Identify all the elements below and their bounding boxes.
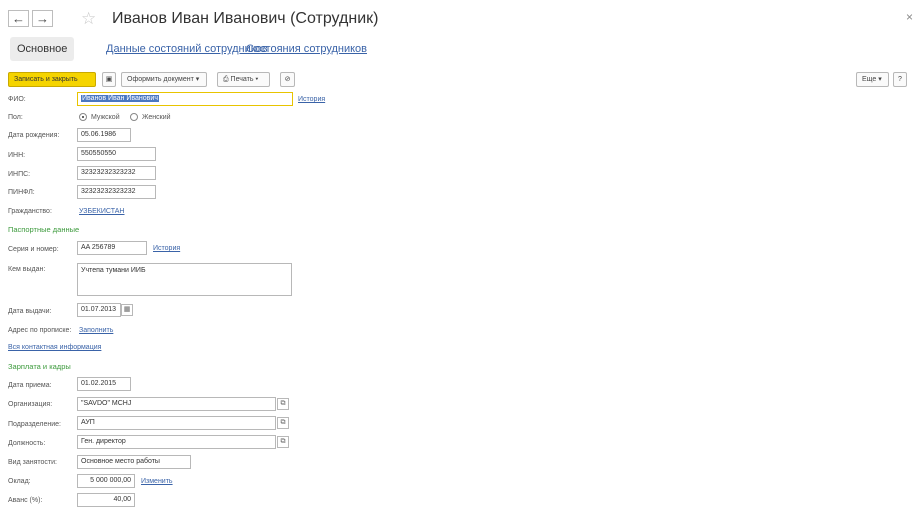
address-fill-link[interactable]: Заполнить: [79, 325, 113, 337]
forward-button[interactable]: →: [32, 10, 53, 27]
paperclip-icon: ⊘: [284, 76, 291, 83]
issued-by-label: Кем выдан:: [8, 266, 46, 273]
employment-type-field[interactable]: Основное место работы: [77, 455, 191, 469]
organization-open-button[interactable]: ⧉: [277, 398, 289, 410]
sex-female-label: Женский: [142, 114, 171, 121]
inps-label: ИНПС:: [8, 171, 31, 178]
position-open-button[interactable]: ⧉: [277, 436, 289, 448]
back-button[interactable]: ←: [8, 10, 29, 27]
fio-field[interactable]: Иванов Иван Иванович: [77, 92, 293, 106]
save-button[interactable]: ▣: [102, 72, 116, 87]
tab-employee-state-data[interactable]: Данные состояний сотрудников: [106, 43, 268, 55]
department-open-button[interactable]: ⧉: [277, 417, 289, 429]
create-document-button[interactable]: Оформить документ ▾: [121, 72, 207, 87]
inps-field[interactable]: 32323232323232: [77, 166, 156, 180]
issue-date-label: Дата выдачи:: [8, 308, 52, 315]
position-label: Должность:: [8, 440, 46, 447]
sex-male-radio[interactable]: [79, 113, 87, 121]
arrow-left-icon: ←: [12, 11, 25, 26]
fio-label: ФИО:: [8, 96, 26, 103]
passport-series-label: Серия и номер:: [8, 246, 59, 253]
department-label: Подразделение:: [8, 421, 61, 428]
address-label: Адрес по прописке:: [8, 327, 72, 334]
advance-label: Аванс (%):: [8, 497, 43, 504]
fio-history-link[interactable]: История: [298, 94, 325, 106]
page-title: Иванов Иван Иванович (Сотрудник): [112, 10, 379, 27]
passport-series-field[interactable]: AA 256789: [77, 241, 147, 255]
open-icon: ⧉: [280, 438, 286, 445]
employment-type-label: Вид занятости:: [8, 459, 57, 466]
inn-label: ИНН:: [8, 152, 26, 159]
contact-info-link[interactable]: Вся контактная информация: [8, 342, 101, 354]
issued-by-field[interactable]: Учтепа тумани ИИБ: [77, 263, 292, 296]
sex-label: Пол:: [8, 114, 23, 121]
save-icon: ▣: [105, 76, 113, 83]
help-button[interactable]: ?: [893, 72, 907, 87]
attach-button[interactable]: ⊘: [280, 72, 295, 87]
department-field[interactable]: АУП: [77, 416, 276, 430]
advance-field[interactable]: 40,00: [77, 493, 135, 507]
hr-section-title: Зарплата и кадры: [8, 362, 71, 371]
save-and-close-button[interactable]: Записать и закрыть: [8, 72, 96, 87]
inn-field[interactable]: 550550550: [77, 147, 156, 161]
citizenship-label: Гражданство:: [8, 208, 52, 215]
sex-female-radio[interactable]: [130, 113, 138, 121]
pinfl-field[interactable]: 32323232323232: [77, 185, 156, 199]
arrow-right-icon: →: [36, 11, 49, 26]
passport-section-title: Паспортные данные: [8, 225, 80, 234]
salary-change-link[interactable]: Изменить: [141, 476, 173, 488]
salary-label: Оклад:: [8, 478, 31, 485]
fio-value: Иванов Иван Иванович: [81, 95, 159, 102]
hire-date-label: Дата приема:: [8, 382, 52, 389]
print-button[interactable]: ⎙ Печать ▾: [217, 72, 270, 87]
passport-history-link[interactable]: История: [153, 243, 180, 255]
tab-employee-states[interactable]: Состояния сотрудников: [246, 43, 367, 55]
more-button[interactable]: Еще ▾: [856, 72, 889, 87]
position-field[interactable]: Ген. директор: [77, 435, 276, 449]
tab-main[interactable]: Основное: [10, 37, 75, 61]
hire-date-field[interactable]: 01.02.2015: [77, 377, 131, 391]
pinfl-label: ПИНФЛ:: [8, 189, 35, 196]
citizenship-link[interactable]: УЗБЕКИСТАН: [79, 206, 124, 218]
organization-field[interactable]: "SAVDO" MCHJ: [77, 397, 276, 411]
issue-date-field[interactable]: 01.07.2013: [77, 303, 121, 317]
salary-field[interactable]: 5 000 000,00: [77, 474, 135, 488]
open-icon: ⧉: [280, 400, 286, 407]
birth-date-field[interactable]: 05.06.1986: [77, 128, 131, 142]
close-icon[interactable]: ×: [906, 10, 913, 24]
organization-label: Организация:: [8, 401, 53, 408]
sex-male-label: Мужской: [91, 114, 120, 121]
calendar-icon: ▦: [123, 306, 131, 313]
open-icon: ⧉: [280, 419, 286, 426]
birth-date-label: Дата рождения:: [8, 132, 60, 139]
star-icon[interactable]: ☆: [81, 10, 96, 27]
calendar-button[interactable]: ▦: [121, 304, 133, 316]
